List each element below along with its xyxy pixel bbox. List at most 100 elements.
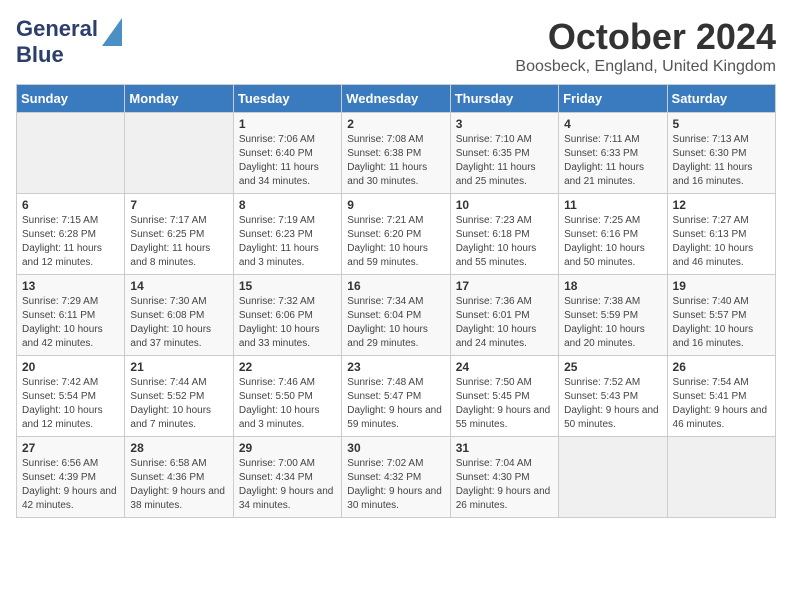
day-number: 14 — [130, 279, 227, 293]
calendar-cell: 29Sunrise: 7:00 AMSunset: 4:34 PMDayligh… — [233, 437, 341, 518]
calendar-cell: 25Sunrise: 7:52 AMSunset: 5:43 PMDayligh… — [559, 356, 667, 437]
day-number: 12 — [673, 198, 770, 212]
page-header: GeneralBlue October 2024 Boosbeck, Engla… — [16, 16, 776, 76]
day-number: 28 — [130, 441, 227, 455]
calendar-header-row: SundayMondayTuesdayWednesdayThursdayFrid… — [17, 85, 776, 113]
header-friday: Friday — [559, 85, 667, 113]
day-number: 19 — [673, 279, 770, 293]
calendar-cell: 19 Sunrise: 7:40 AMSunset: 5:57 PMDayligh… — [667, 275, 775, 356]
cell-content: Sunrise: 7:27 AMSunset: 6:13 PMDaylight:… — [673, 214, 770, 270]
cell-content: Sunrise: 7:04 AMSunset: 4:30 PMDaylight:… — [456, 457, 553, 513]
cell-content: Sunrise: 7:06 AMSunset: 6:40 PMDaylight:… — [239, 133, 336, 189]
calendar-cell: 20 Sunrise: 7:42 AMSunset: 5:54 PMDayligh… — [17, 356, 125, 437]
day-number: 8 — [239, 198, 336, 212]
header-sunday: Sunday — [17, 85, 125, 113]
calendar-cell: 4 Sunrise: 7:11 AMSunset: 6:33 PMDaylight… — [559, 113, 667, 194]
calendar-cell: 18Sunrise: 7:38 AMSunset: 5:59 PMDayligh… — [559, 275, 667, 356]
day-number: 27 — [22, 441, 119, 455]
day-number: 30 — [347, 441, 444, 455]
calendar-cell: 9 Sunrise: 7:21 AMSunset: 6:20 PMDaylight… — [342, 194, 450, 275]
calendar-cell: 13Sunrise: 7:29 AMSunset: 6:11 PMDayligh… — [17, 275, 125, 356]
calendar-cell: 31 Sunrise: 7:04 AMSunset: 4:30 PMDayligh… — [450, 437, 558, 518]
calendar-cell: 11Sunrise: 7:25 AMSunset: 6:16 PMDayligh… — [559, 194, 667, 275]
cell-content: Sunrise: 7:02 AMSunset: 4:32 PMDaylight:… — [347, 457, 444, 513]
calendar-cell: 3 Sunrise: 7:10 AMSunset: 6:35 PMDaylight… — [450, 113, 558, 194]
calendar-cell — [667, 437, 775, 518]
day-number: 18 — [564, 279, 661, 293]
day-number: 23 — [347, 360, 444, 374]
day-number: 15 — [239, 279, 336, 293]
calendar-cell: 26 Sunrise: 7:54 AMSunset: 5:41 PMDayligh… — [667, 356, 775, 437]
calendar-cell: 16Sunrise: 7:34 AMSunset: 6:04 PMDayligh… — [342, 275, 450, 356]
day-number: 13 — [22, 279, 119, 293]
cell-content: Sunrise: 7:32 AMSunset: 6:06 PMDaylight:… — [239, 295, 336, 351]
calendar-cell: 8 Sunrise: 7:19 AMSunset: 6:23 PMDaylight… — [233, 194, 341, 275]
cell-content: Sunrise: 7:46 AMSunset: 5:50 PMDaylight:… — [239, 376, 336, 432]
calendar-cell: 7Sunrise: 7:17 AMSunset: 6:25 PMDaylight… — [125, 194, 233, 275]
calendar-cell: 28 Sunrise: 6:58 AMSunset: 4:36 PMDayligh… — [125, 437, 233, 518]
calendar-cell: 22Sunrise: 7:46 AMSunset: 5:50 PMDayligh… — [233, 356, 341, 437]
month-title: October 2024 — [515, 16, 776, 58]
cell-content: Sunrise: 6:56 AMSunset: 4:39 PMDaylight:… — [22, 457, 119, 513]
cell-content: Sunrise: 7:40 AMSunset: 5:57 PMDaylight:… — [673, 295, 770, 351]
day-number: 9 — [347, 198, 444, 212]
cell-content: Sunrise: 7:13 AMSunset: 6:30 PMDaylight:… — [673, 133, 770, 189]
day-number: 24 — [456, 360, 553, 374]
calendar-cell: 10Sunrise: 7:23 AMSunset: 6:18 PMDayligh… — [450, 194, 558, 275]
day-number: 26 — [673, 360, 770, 374]
calendar-week-row: 1 Sunrise: 7:06 AMSunset: 6:40 PMDaylight… — [17, 113, 776, 194]
logo-triangle-icon — [102, 18, 122, 46]
calendar-week-row: 27 Sunrise: 6:56 AMSunset: 4:39 PMDayligh… — [17, 437, 776, 518]
cell-content: Sunrise: 7:21 AMSunset: 6:20 PMDaylight:… — [347, 214, 444, 270]
day-number: 4 — [564, 117, 661, 131]
calendar-cell: 23 Sunrise: 7:48 AMSunset: 5:47 PMDayligh… — [342, 356, 450, 437]
cell-content: Sunrise: 7:36 AMSunset: 6:01 PMDaylight:… — [456, 295, 553, 351]
calendar-cell: 17 Sunrise: 7:36 AMSunset: 6:01 PMDayligh… — [450, 275, 558, 356]
title-block: October 2024 Boosbeck, England, United K… — [515, 16, 776, 76]
cell-content: Sunrise: 7:50 AMSunset: 5:45 PMDaylight:… — [456, 376, 553, 432]
cell-content: Sunrise: 7:11 AMSunset: 6:33 PMDaylight:… — [564, 133, 661, 189]
cell-content: Sunrise: 7:15 AMSunset: 6:28 PMDaylight:… — [22, 214, 119, 270]
day-number: 3 — [456, 117, 553, 131]
cell-content: Sunrise: 7:30 AMSunset: 6:08 PMDaylight:… — [130, 295, 227, 351]
calendar-cell: 27 Sunrise: 6:56 AMSunset: 4:39 PMDayligh… — [17, 437, 125, 518]
calendar-cell: 24 Sunrise: 7:50 AMSunset: 5:45 PMDayligh… — [450, 356, 558, 437]
day-number: 31 — [456, 441, 553, 455]
day-number: 25 — [564, 360, 661, 374]
header-tuesday: Tuesday — [233, 85, 341, 113]
header-wednesday: Wednesday — [342, 85, 450, 113]
cell-content: Sunrise: 6:58 AMSunset: 4:36 PMDaylight:… — [130, 457, 227, 513]
day-number: 21 — [130, 360, 227, 374]
calendar-cell: 30 Sunrise: 7:02 AMSunset: 4:32 PMDayligh… — [342, 437, 450, 518]
header-monday: Monday — [125, 85, 233, 113]
calendar-cell: 21Sunrise: 7:44 AMSunset: 5:52 PMDayligh… — [125, 356, 233, 437]
calendar-cell — [559, 437, 667, 518]
calendar-cell: 15 Sunrise: 7:32 AMSunset: 6:06 PMDayligh… — [233, 275, 341, 356]
day-number: 17 — [456, 279, 553, 293]
day-number: 7 — [130, 198, 227, 212]
day-number: 20 — [22, 360, 119, 374]
calendar-cell: 2Sunrise: 7:08 AMSunset: 6:38 PMDaylight… — [342, 113, 450, 194]
calendar-cell: 1 Sunrise: 7:06 AMSunset: 6:40 PMDaylight… — [233, 113, 341, 194]
cell-content: Sunrise: 7:19 AMSunset: 6:23 PMDaylight:… — [239, 214, 336, 270]
calendar-cell: 5 Sunrise: 7:13 AMSunset: 6:30 PMDaylight… — [667, 113, 775, 194]
calendar-week-row: 13Sunrise: 7:29 AMSunset: 6:11 PMDayligh… — [17, 275, 776, 356]
location: Boosbeck, England, United Kingdom — [515, 58, 776, 76]
cell-content: Sunrise: 7:54 AMSunset: 5:41 PMDaylight:… — [673, 376, 770, 432]
cell-content: Sunrise: 7:25 AMSunset: 6:16 PMDaylight:… — [564, 214, 661, 270]
calendar-week-row: 20 Sunrise: 7:42 AMSunset: 5:54 PMDayligh… — [17, 356, 776, 437]
day-number: 5 — [673, 117, 770, 131]
day-number: 10 — [456, 198, 553, 212]
calendar-cell — [125, 113, 233, 194]
cell-content: Sunrise: 7:00 AMSunset: 4:34 PMDaylight:… — [239, 457, 336, 513]
cell-content: Sunrise: 7:42 AMSunset: 5:54 PMDaylight:… — [22, 376, 119, 432]
cell-content: Sunrise: 7:48 AMSunset: 5:47 PMDaylight:… — [347, 376, 444, 432]
cell-content: Sunrise: 7:10 AMSunset: 6:35 PMDaylight:… — [456, 133, 553, 189]
calendar-cell: 6 Sunrise: 7:15 AMSunset: 6:28 PMDaylight… — [17, 194, 125, 275]
calendar-week-row: 6 Sunrise: 7:15 AMSunset: 6:28 PMDaylight… — [17, 194, 776, 275]
calendar-cell: 14 Sunrise: 7:30 AMSunset: 6:08 PMDayligh… — [125, 275, 233, 356]
day-number: 2 — [347, 117, 444, 131]
day-number: 6 — [22, 198, 119, 212]
day-number: 1 — [239, 117, 336, 131]
logo-text: GeneralBlue — [16, 16, 98, 67]
